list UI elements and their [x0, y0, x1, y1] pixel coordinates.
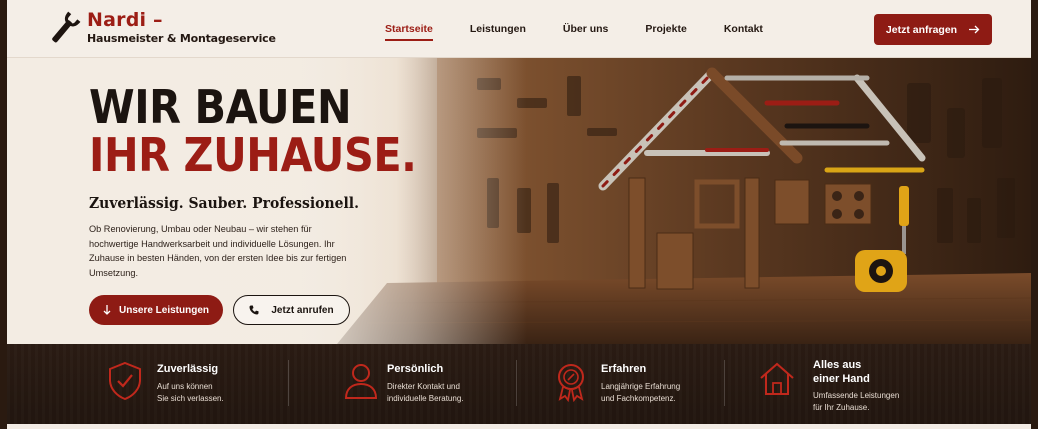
hero-tagline: Zuverlässig. Sauber. Professionell. [89, 194, 359, 212]
services-button-label: Unsere Leistungen [118, 304, 210, 316]
brand-name: Nardi – [87, 9, 163, 31]
feature-text-line2: für Ihr Zuhause. [813, 403, 870, 412]
feature-text-line1: Auf uns können [157, 382, 213, 391]
hero-title: WIR BAUEN IHR ZUHAUSE. [89, 80, 417, 183]
feature-text-line2: individuelle Beratung. [387, 394, 464, 403]
hero-title-line2: IHR ZUHAUSE. [89, 128, 417, 183]
arrow-right-icon [969, 25, 980, 34]
feature-text-line2: Sie sich verlassen. [157, 394, 224, 403]
feature-text-line1: Langjährige Erfahrung [601, 382, 681, 391]
person-icon [344, 364, 378, 399]
nav-item-projekte[interactable]: Projekte [645, 23, 686, 35]
main-nav: Startseite Leistungen Über uns Projekte … [385, 0, 800, 58]
hero-section: WIR BAUEN IHR ZUHAUSE. Zuverlässig. Saub… [7, 58, 1031, 344]
nav-item-startseite[interactable]: Startseite [385, 23, 433, 41]
hero-description: Ob Renovierung, Umbau oder Neubau – wir … [89, 224, 347, 279]
arrow-down-icon [103, 305, 111, 315]
award-badge-icon [558, 364, 584, 402]
feature-reliable: Zuverlässig Auf uns können Sie sich verl… [7, 344, 287, 424]
feature-title: Persönlich [387, 363, 444, 375]
nav-item-ueber-uns[interactable]: Über uns [563, 23, 609, 35]
nav-item-leistungen[interactable]: Leistungen [470, 23, 526, 35]
next-section-edge [7, 424, 1031, 429]
logo[interactable]: Nardi – Hausmeister & Montageservice [47, 11, 276, 47]
site-header: Nardi – Hausmeister & Montageservice Sta… [7, 0, 1031, 58]
services-button[interactable]: Unsere Leistungen [89, 295, 223, 325]
feature-title: Erfahren [601, 363, 647, 375]
feature-text-line2: und Fachkompetenz. [601, 394, 676, 403]
request-button[interactable]: Jetzt anfragen [874, 14, 992, 45]
call-button[interactable]: Jetzt anrufen [233, 295, 350, 325]
phone-icon [249, 305, 259, 315]
nav-item-kontakt[interactable]: Kontakt [724, 23, 763, 35]
hero-title-line1: WIR BAUEN [89, 80, 352, 134]
wrench-logo-icon [52, 11, 81, 43]
features-bar: Zuverlässig Auf uns können Sie sich verl… [7, 344, 1031, 424]
brand-subtitle: Hausmeister & Montageservice [87, 32, 276, 45]
feature-experienced: Erfahren Langjährige Erfahrung und Fachk… [517, 344, 723, 424]
page: Nardi – Hausmeister & Montageservice Sta… [0, 0, 1038, 429]
request-button-label: Jetzt anfragen [885, 23, 958, 36]
feature-title-line1: Alles aus [813, 359, 862, 371]
feature-personal: Persönlich Direkter Kontakt und individu… [289, 344, 515, 424]
shield-check-icon [109, 361, 141, 401]
call-button-label: Jetzt anrufen [271, 304, 334, 316]
house-icon [760, 362, 794, 395]
feature-text-line1: Umfassende Leistungen [813, 391, 900, 400]
feature-title-line2: einer Hand [813, 373, 870, 385]
feature-title: Zuverlässig [157, 363, 219, 375]
feature-all-in-one: Alles aus einer Hand Umfassende Leistung… [725, 344, 1031, 424]
feature-text-line1: Direkter Kontakt und [387, 382, 460, 391]
